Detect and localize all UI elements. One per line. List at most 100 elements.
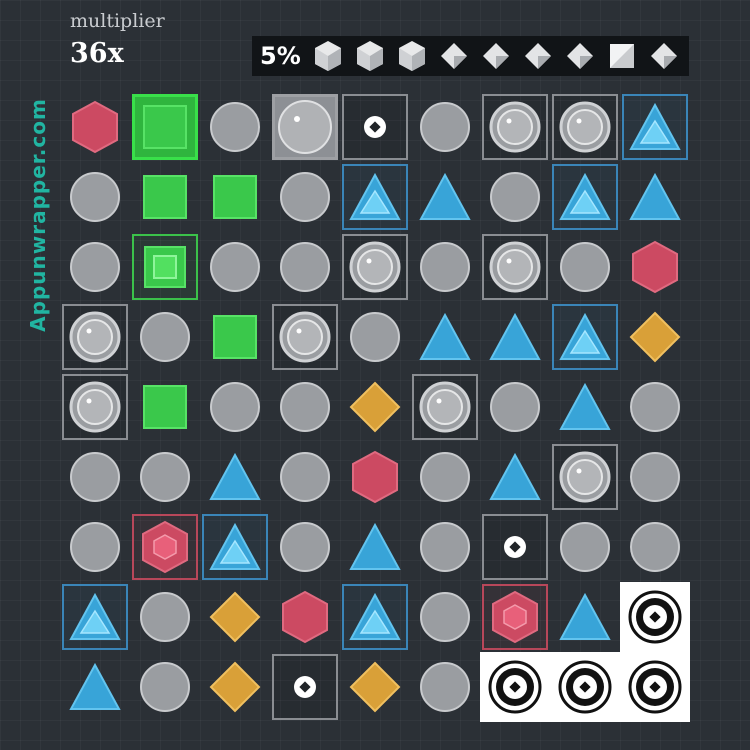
board-cell[interactable] — [270, 232, 340, 302]
board-cell[interactable] — [200, 582, 270, 652]
board-cell[interactable] — [620, 582, 690, 652]
board-cell[interactable] — [342, 164, 408, 230]
board-cell[interactable] — [620, 372, 690, 442]
board-cell[interactable] — [132, 234, 198, 300]
board-cell[interactable] — [410, 582, 480, 652]
board-cell[interactable] — [270, 162, 340, 232]
board-cell[interactable] — [130, 302, 200, 372]
board-cell[interactable] — [62, 374, 128, 440]
target-ring-piece — [627, 659, 683, 715]
board-cell[interactable] — [130, 442, 200, 512]
board-cell[interactable] — [62, 304, 128, 370]
board-cell[interactable] — [342, 234, 408, 300]
board-cell[interactable] — [552, 304, 618, 370]
circle-gray-piece — [417, 99, 473, 155]
board-cell[interactable] — [132, 94, 198, 160]
board-cell[interactable] — [550, 232, 620, 302]
board-cell[interactable] — [480, 302, 550, 372]
square-green-piece — [207, 169, 263, 225]
circle-gray-piece — [557, 519, 613, 575]
board-cell[interactable] — [410, 652, 480, 722]
board-cell[interactable] — [410, 232, 480, 302]
board-cell[interactable] — [270, 512, 340, 582]
board-cell[interactable] — [60, 92, 130, 162]
board-cell[interactable] — [480, 372, 550, 442]
board-cell[interactable] — [340, 372, 410, 442]
board-cell[interactable] — [132, 514, 198, 580]
board-cell[interactable] — [482, 584, 548, 650]
board-cell[interactable] — [480, 162, 550, 232]
goal-progress-bar: 5% — [252, 36, 689, 76]
board-cell[interactable] — [130, 582, 200, 652]
board-cell[interactable] — [60, 652, 130, 722]
circle-bubble-piece — [67, 379, 123, 435]
board-cell[interactable] — [620, 302, 690, 372]
board-cell[interactable] — [200, 232, 270, 302]
board-cell[interactable] — [272, 304, 338, 370]
board-cell[interactable] — [550, 372, 620, 442]
board-cell[interactable] — [620, 652, 690, 722]
board-cell[interactable] — [200, 442, 270, 512]
board-cell[interactable] — [482, 514, 548, 580]
board-cell[interactable] — [620, 232, 690, 302]
board-cell[interactable] — [200, 302, 270, 372]
board-cell[interactable] — [480, 442, 550, 512]
board-cell[interactable] — [482, 94, 548, 160]
board-cell[interactable] — [552, 444, 618, 510]
board-cell[interactable] — [60, 512, 130, 582]
board-cell[interactable] — [272, 94, 338, 160]
board-cell[interactable] — [342, 94, 408, 160]
circle-gray-piece — [417, 239, 473, 295]
board-cell[interactable] — [270, 442, 340, 512]
board-cell[interactable] — [620, 442, 690, 512]
board-cell[interactable] — [550, 582, 620, 652]
multiplier-value: 36x — [70, 38, 124, 69]
board-cell[interactable] — [60, 442, 130, 512]
board-cell[interactable] — [130, 162, 200, 232]
circle-gray-piece — [417, 519, 473, 575]
board-cell[interactable] — [622, 94, 688, 160]
board-cell[interactable] — [340, 652, 410, 722]
circle-bubble-piece — [417, 379, 473, 435]
board-cell[interactable] — [130, 652, 200, 722]
watermark: Appunwrapper.com — [26, 98, 50, 332]
board-cell[interactable] — [412, 374, 478, 440]
board-cell[interactable] — [410, 512, 480, 582]
board-cell[interactable] — [410, 92, 480, 162]
board-cell[interactable] — [200, 92, 270, 162]
board-cell[interactable] — [552, 94, 618, 160]
board-cell[interactable] — [482, 234, 548, 300]
board-cell[interactable] — [550, 652, 620, 722]
board-cell[interactable] — [552, 164, 618, 230]
board-cell[interactable] — [200, 372, 270, 442]
circle-gray-piece — [137, 309, 193, 365]
board-cell[interactable] — [200, 652, 270, 722]
board-cell[interactable] — [60, 232, 130, 302]
hexagon-red-piece — [277, 589, 333, 645]
circle-gray-piece — [557, 239, 613, 295]
board-cell[interactable] — [410, 302, 480, 372]
board-cell[interactable] — [202, 514, 268, 580]
board-cell[interactable] — [480, 652, 550, 722]
circle-gray-piece — [277, 169, 333, 225]
progress-percent: 5% — [260, 42, 301, 70]
board-cell[interactable] — [550, 512, 620, 582]
board-cell[interactable] — [342, 584, 408, 650]
board-cell[interactable] — [410, 442, 480, 512]
board-cell[interactable] — [270, 372, 340, 442]
board-cell[interactable] — [410, 162, 480, 232]
board-cell[interactable] — [60, 162, 130, 232]
board-cell[interactable] — [620, 512, 690, 582]
board-cell[interactable] — [272, 654, 338, 720]
dot-target-piece — [487, 519, 543, 575]
board-cell[interactable] — [270, 582, 340, 652]
circle-gray-piece — [67, 519, 123, 575]
circle-gray-piece — [207, 239, 263, 295]
board-cell[interactable] — [62, 584, 128, 650]
board-cell[interactable] — [340, 442, 410, 512]
board-cell[interactable] — [130, 372, 200, 442]
board-cell[interactable] — [200, 162, 270, 232]
board-cell[interactable] — [340, 512, 410, 582]
board-cell[interactable] — [340, 302, 410, 372]
board-cell[interactable] — [620, 162, 690, 232]
